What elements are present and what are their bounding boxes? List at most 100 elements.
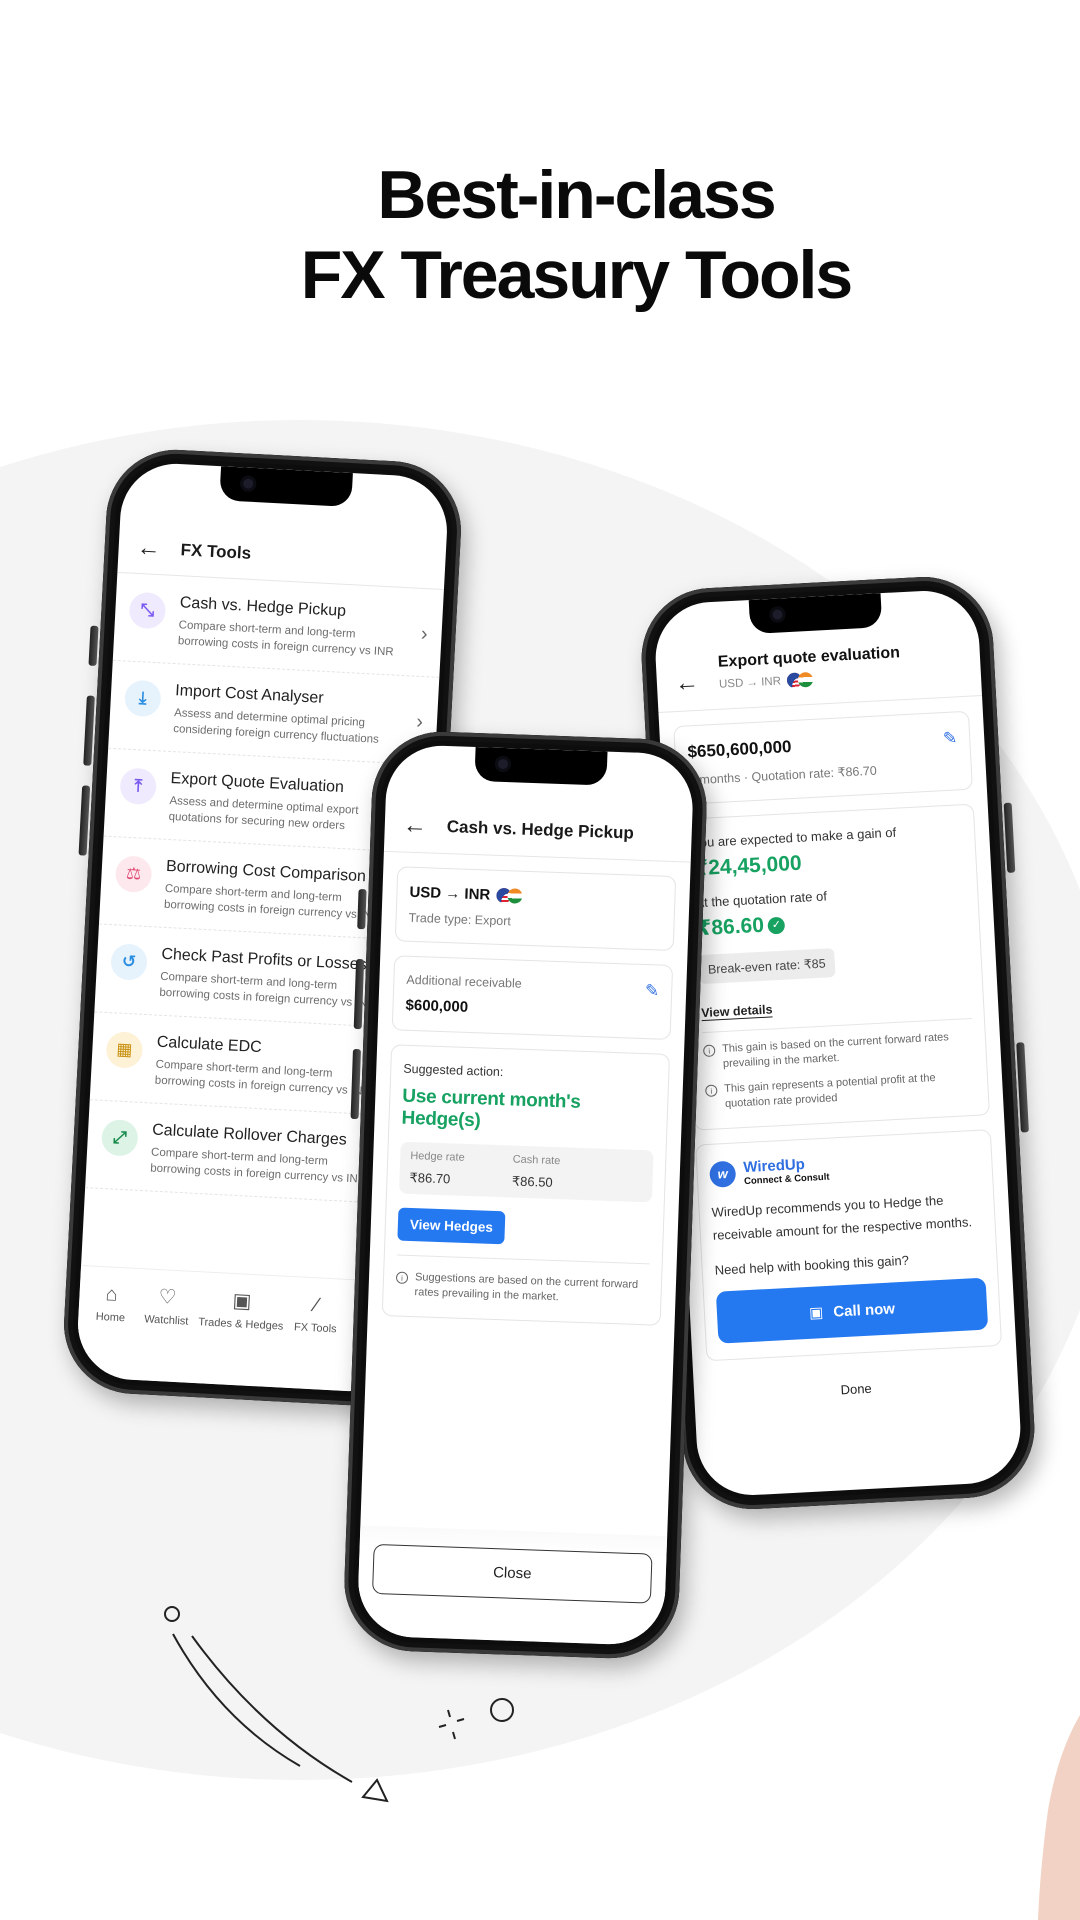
india-flag-icon [797,671,814,688]
call-now-button[interactable]: ▣ Call now [715,1277,989,1344]
chevron-right-icon: › [420,622,429,646]
hedge-rate-label: Hedge rate [410,1149,465,1164]
briefcase-chart-icon: ▣ [231,1289,253,1313]
history-icon: ↺ [110,943,148,981]
tab-home[interactable]: ⌂ Home [83,1282,136,1379]
receivable-value: $600,000 [405,996,469,1016]
rates-box: Hedge rate ₹86.70 Cash rate ₹86.50 [398,1141,654,1203]
download-arrow-icon: ⤓ [123,679,162,718]
triangle-shape [361,1778,389,1803]
cash-rate-value: ₹86.50 [511,1173,553,1190]
camera [769,606,786,623]
tab-watchlist[interactable]: ♡ Watchlist [139,1285,192,1382]
video-call-icon: ▣ [808,1304,824,1322]
camera [494,755,511,773]
arrow-left-icon[interactable]: ← [674,669,699,697]
flags-icon [496,887,523,904]
quote-amount: $650,600,000 [687,737,792,762]
info-icon: i [395,1271,409,1284]
consult-card: w WiredUp Connect & Consult WiredUp reco… [695,1129,1003,1362]
wiredup-logo-icon: w [709,1160,737,1188]
arc-line [172,1633,301,1767]
close-bar: Close [356,1525,668,1647]
page-headline: Best-in-class FX Treasury Tools [0,155,1080,315]
info-icon: i [702,1044,716,1058]
magic-wand-icon: ⁄ [314,1294,319,1317]
calculator-icon: ▦ [105,1031,144,1069]
pencil-icon[interactable]: ✎ [942,728,957,749]
rate-value: ₹86.60 [696,913,765,941]
tab-label: Trades & Hedges [197,1316,284,1333]
phone-button [357,888,367,930]
close-button[interactable]: Close [371,1543,653,1604]
arrow-left-icon[interactable]: ← [136,533,161,561]
tool-description: Compare short-term and long-term borrowin… [154,1058,371,1098]
tab-fx-tools[interactable]: ⁄ FX Tools [288,1293,341,1390]
page-title: FX Tools [180,539,252,563]
recommendation-text: WiredUp recommends you to Hedge the rece… [711,1192,973,1243]
note-text: This gain represents a potential profit … [723,1071,936,1110]
pencil-icon[interactable]: ✎ [645,981,660,1001]
notch [218,466,353,508]
suggestion-card: Suggested action: Use current month's He… [381,1044,671,1326]
heart-icon: ♡ [157,1286,178,1309]
cash-rate-label: Cash rate [512,1153,561,1168]
arc-line [191,1635,353,1783]
phone-cash-hedge: ← Cash vs. Hedge Pickup USD → INR Trade … [342,729,709,1661]
currency-pair: USD → INR [718,674,782,691]
swap-arrows-icon: ⤡ [128,591,167,630]
india-flag-icon [507,888,523,904]
headline-line-2: FX Treasury Tools [300,237,853,313]
tool-description: Assess and determine optimal pricing cons… [172,707,380,746]
view-details-link[interactable]: View details [700,1002,773,1022]
circle-shape [490,1698,514,1722]
suggested-label: Suggested action: [403,1061,504,1080]
tab-label: Watchlist [143,1313,189,1328]
tool-description: Compare short-term and long-term borrowin… [159,970,376,1010]
scales-icon: ⚖ [114,855,153,894]
notch [473,746,608,786]
hedge-rate-value: ₹86.70 [409,1169,451,1187]
notch [748,593,883,635]
tab-label: Home [95,1310,126,1325]
hand-image [1038,1715,1080,1920]
info-icon: i [705,1084,718,1098]
flags-icon [786,671,814,689]
help-text: Need help with booking this gain? [714,1252,910,1278]
tool-item[interactable]: ⤡ Cash vs. Hedge Pickup Compare short-te… [112,572,444,678]
home-icon: ⌂ [104,1283,119,1306]
arrow-left-icon[interactable]: ← [402,811,427,839]
screen: ← Cash vs. Hedge Pickup USD → INR Trade … [356,743,695,1647]
trade-type: Trade type: Export [408,910,512,929]
done-button[interactable]: Done [694,1373,1018,1405]
camera [239,475,257,493]
chevron-right-icon: › [415,710,424,734]
small-circle-shape [164,1606,180,1622]
check-circle-icon: ✓ [767,916,786,935]
note: i This gain represents a potential profit… [705,1069,976,1113]
suggested-action: Use current month's Hedge(s) [401,1085,581,1132]
upload-arrow-icon: ⤒ [119,767,158,806]
screen: ← Export quote evaluation USD → INR ✎ $6… [652,588,1024,1498]
view-hedges-button[interactable]: View Hedges [397,1207,506,1245]
receivable-card: ✎ Additional receivable $600,000 [391,955,674,1040]
sparkle-shape [438,1709,465,1740]
tab-label: FX Tools [293,1321,337,1336]
tool-description: Compare short-term and long-term borrowin… [163,882,381,923]
note-text: Suggestions are based on the current for… [414,1271,639,1304]
tool-item[interactable]: ⤓ Import Cost Analyser Assess and determ… [108,660,440,766]
rollover-arrows-icon: ⤢ [100,1118,139,1157]
page-title: Cash vs. Hedge Pickup [446,816,635,843]
call-now-label: Call now [832,1299,896,1321]
tool-description: Compare short-term and long-term borrowin… [177,619,394,659]
tool-description: Compare short-term and long-term borrowin… [149,1146,367,1186]
tab-trades-hedges[interactable]: ▣ Trades & Hedges [195,1288,285,1387]
note: i Suggestions are based on the current fo… [395,1254,650,1309]
quote-card: ✎ $650,600,000 3 months · Quotation rate… [673,710,973,806]
quote-terms: 3 months · Quotation rate: ₹86.70 [688,763,878,788]
note: i This gain is based on the current forwa… [702,1029,974,1073]
currency-pair: USD → INR [409,883,491,904]
gain-card: You are expected to make a gain of ₹24,4… [678,803,990,1131]
tool-description: Assess and determine optimal export quota… [168,794,359,833]
receivable-label: Additional receivable [406,972,522,991]
